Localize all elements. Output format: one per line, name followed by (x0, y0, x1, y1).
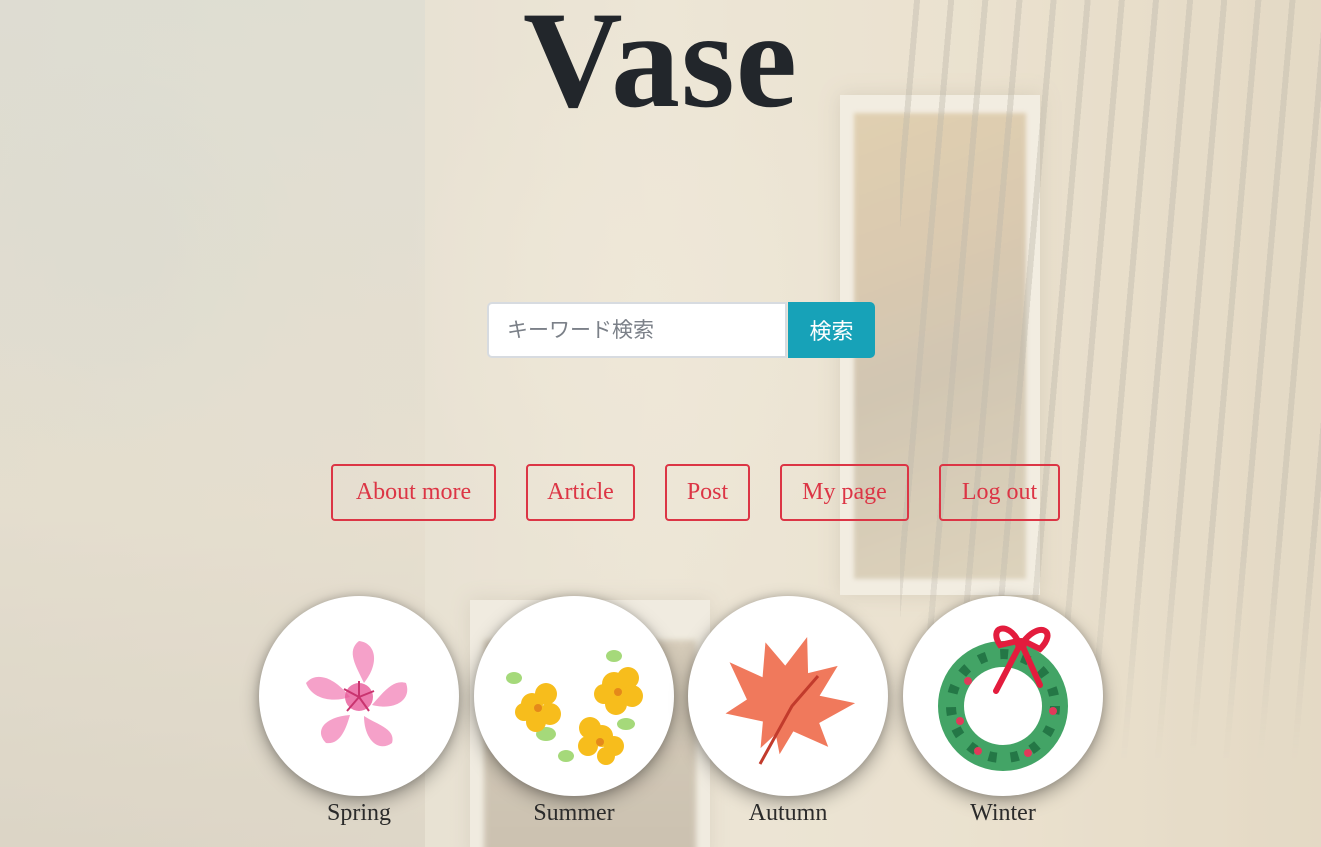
yellow-flowers-icon (506, 650, 643, 765)
article-button[interactable]: Article (526, 464, 635, 521)
season-label: Autumn (748, 800, 828, 826)
season-autumn-circle[interactable] (688, 596, 888, 796)
search-input[interactable] (487, 302, 787, 358)
season-label: Spring (326, 800, 391, 826)
search-form: 検索 (487, 302, 875, 358)
season-winter[interactable]: Winter (903, 596, 1103, 827)
cherry-blossom-icon (306, 641, 408, 747)
site-title: Vase (523, 0, 798, 136)
season-autumn[interactable]: Autumn (688, 596, 888, 827)
season-label: Winter (970, 800, 1036, 826)
main-nav: About more Article Post My page Log out (0, 464, 1321, 521)
season-summer-circle[interactable] (474, 596, 674, 796)
season-summer[interactable]: Summer (474, 596, 674, 827)
season-spring-circle[interactable] (259, 596, 459, 796)
season-spring[interactable]: Spring (259, 596, 459, 827)
season-label: Summer (533, 800, 615, 826)
wreath-icon (938, 625, 1068, 771)
post-button[interactable]: Post (665, 464, 750, 521)
log-out-button[interactable]: Log out (939, 464, 1060, 521)
maple-leaf-icon (725, 637, 856, 765)
search-button[interactable]: 検索 (788, 302, 875, 358)
my-page-button[interactable]: My page (780, 464, 909, 521)
season-list: Spring Summer Autumn Winter (0, 596, 1321, 836)
about-more-button[interactable]: About more (331, 464, 496, 521)
season-winter-circle[interactable] (903, 596, 1103, 796)
